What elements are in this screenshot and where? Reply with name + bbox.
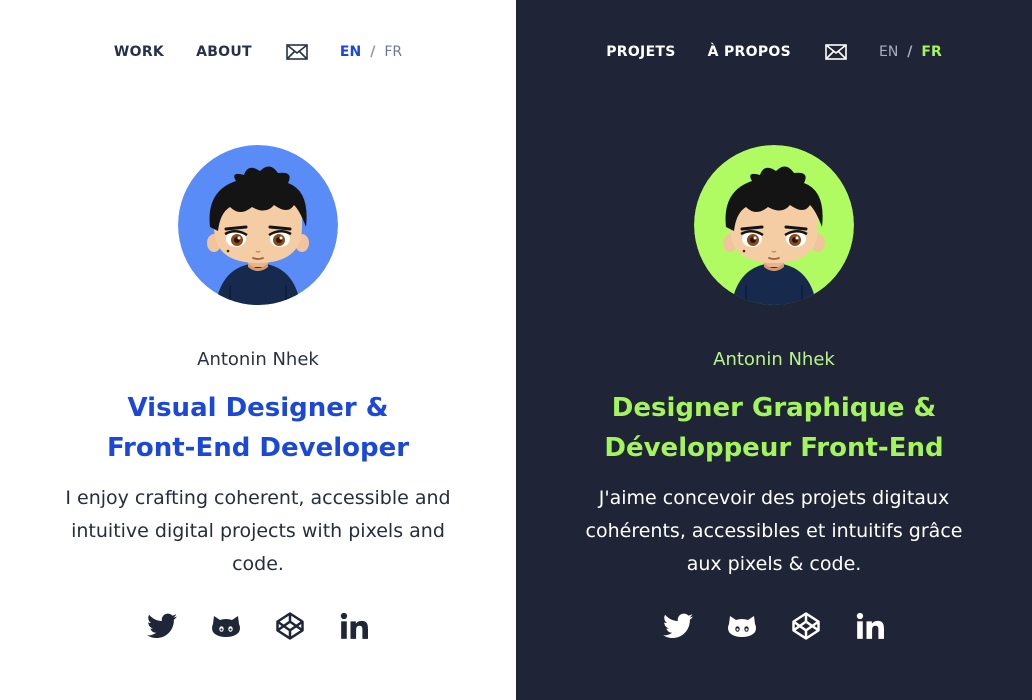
- person-name: Antonin Nhek: [197, 349, 319, 370]
- person-name: Antonin Nhek: [713, 349, 835, 370]
- headline: Visual Designer & Front-End Developer: [0, 388, 516, 468]
- language-switcher: EN / FR: [879, 44, 942, 60]
- codepen-icon: [276, 612, 304, 640]
- avatar-illustration: [178, 145, 338, 305]
- nav-work-link[interactable]: WORK: [114, 44, 164, 60]
- avatar-illustration: [694, 145, 854, 305]
- language-switcher: EN / FR: [340, 44, 402, 60]
- lang-separator: /: [907, 44, 913, 60]
- codepen-icon: [792, 612, 820, 640]
- twitter-icon: [663, 613, 693, 638]
- nav-projets-link[interactable]: PROJETS: [606, 44, 675, 60]
- avatar: [694, 145, 854, 305]
- social-links: [516, 610, 1032, 642]
- headline-line-2: Front-End Developer: [106, 433, 410, 463]
- nav-apropos-link[interactable]: À PROPOS: [708, 44, 791, 60]
- lang-separator: /: [370, 44, 376, 60]
- intro-text: I enjoy crafting coherent, accessible an…: [0, 482, 516, 581]
- intro-line-1: J'aime concevoir des projets digitaux: [598, 487, 950, 509]
- lang-en-link[interactable]: EN: [340, 44, 361, 60]
- headline-line-2: Développeur Front-End: [604, 433, 944, 463]
- twitter-icon: [147, 613, 177, 638]
- github-icon: [212, 616, 240, 637]
- headline-line-1: Visual Designer &: [127, 393, 389, 423]
- headline-line-1: Designer Graphique &: [611, 393, 937, 423]
- linkedin-link[interactable]: [338, 610, 370, 642]
- linkedin-icon: [340, 612, 368, 639]
- linkedin-icon: [856, 612, 884, 639]
- github-link[interactable]: [726, 610, 758, 642]
- intro-line-2: intuitive digital projects with pixels a…: [71, 520, 445, 542]
- intro-line-3: code.: [232, 553, 284, 575]
- headline: Designer Graphique & Développeur Front-E…: [516, 388, 1032, 468]
- english-panel: WORK ABOUT EN / FR Antonin Nhek Visual D…: [0, 0, 516, 700]
- github-link[interactable]: [210, 610, 242, 642]
- nav-about-link[interactable]: ABOUT: [196, 44, 252, 60]
- twitter-link[interactable]: [146, 610, 178, 642]
- codepen-link[interactable]: [274, 610, 306, 642]
- french-panel: PROJETS À PROPOS EN / FR Antonin Nhek De…: [516, 0, 1032, 700]
- linkedin-link[interactable]: [854, 610, 886, 642]
- main-nav: PROJETS À PROPOS EN / FR: [516, 40, 1032, 64]
- mail-icon[interactable]: [286, 44, 308, 60]
- mail-icon[interactable]: [825, 44, 847, 60]
- intro-line-1: I enjoy crafting coherent, accessible an…: [65, 487, 451, 509]
- lang-en-link[interactable]: EN: [879, 44, 898, 60]
- social-links: [0, 610, 516, 642]
- intro-line-3: aux pixels & code.: [686, 553, 862, 575]
- codepen-link[interactable]: [790, 610, 822, 642]
- twitter-link[interactable]: [662, 610, 694, 642]
- main-nav: WORK ABOUT EN / FR: [0, 40, 516, 64]
- lang-fr-link[interactable]: FR: [384, 44, 402, 60]
- github-icon: [728, 616, 756, 637]
- intro-text: J'aime concevoir des projets digitaux co…: [516, 482, 1032, 581]
- lang-fr-link[interactable]: FR: [921, 44, 941, 60]
- intro-line-2: cohérents, accessibles et intuitifs grâc…: [585, 520, 963, 542]
- avatar: [178, 145, 338, 305]
